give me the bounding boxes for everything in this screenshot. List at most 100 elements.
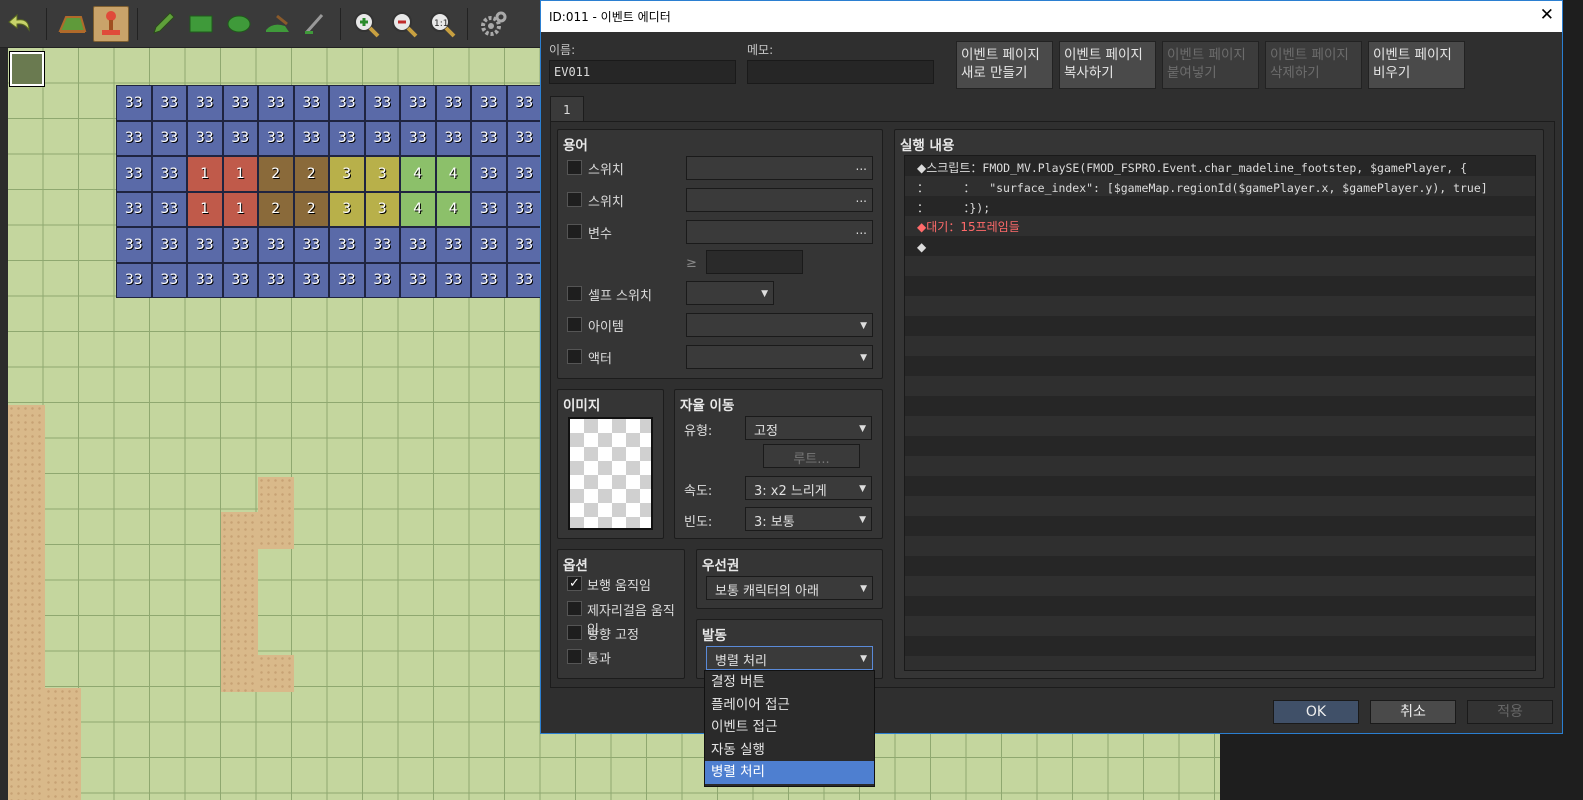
- command-list[interactable]: ◆스크립트：FMOD_MV.PlaySE(FMOD_FSPRO.Event.ch…: [904, 155, 1536, 671]
- map-mode-icon[interactable]: [55, 7, 89, 41]
- region-cell[interactable]: 3: [364, 191, 400, 227]
- region-cell[interactable]: 33: [400, 262, 436, 298]
- region-cell[interactable]: 4: [400, 156, 436, 192]
- region-cell[interactable]: 33: [471, 227, 507, 263]
- switch1-selector[interactable]: ...: [686, 156, 873, 180]
- switch2-checkbox[interactable]: [567, 192, 582, 207]
- trigger-option-selected[interactable]: 병렬 처리: [705, 761, 874, 784]
- actor-dropdown[interactable]: ▼: [686, 345, 873, 369]
- region-cell[interactable]: 33: [435, 85, 471, 121]
- region-cell[interactable]: 33: [400, 85, 436, 121]
- region-cell[interactable]: 33: [187, 120, 223, 156]
- region-cell[interactable]: 3: [329, 156, 365, 192]
- region-cell[interactable]: 2: [293, 191, 329, 227]
- route-button[interactable]: 루트...: [763, 444, 860, 468]
- item-checkbox[interactable]: [567, 317, 582, 332]
- region-cell[interactable]: 33: [435, 227, 471, 263]
- region-cell[interactable]: 1: [222, 191, 258, 227]
- region-cell[interactable]: 33: [222, 227, 258, 263]
- settings-icon[interactable]: [476, 7, 510, 41]
- region-cell[interactable]: 33: [471, 85, 507, 121]
- name-field[interactable]: EV011: [549, 60, 736, 84]
- region-cell[interactable]: 33: [187, 262, 223, 298]
- trigger-option[interactable]: 자동 실행: [705, 739, 874, 762]
- region-cell[interactable]: 33: [222, 120, 258, 156]
- region-cell[interactable]: 33: [258, 120, 294, 156]
- switch1-checkbox[interactable]: [567, 160, 582, 175]
- copy-event-page-button[interactable]: 이벤트 페이지 복사하기: [1059, 41, 1156, 89]
- region-cell[interactable]: 33: [329, 85, 365, 121]
- tab-page-1[interactable]: 1: [550, 96, 584, 123]
- trigger-option[interactable]: 이벤트 접근: [705, 716, 874, 739]
- region-cell[interactable]: 1: [222, 156, 258, 192]
- region-cell[interactable]: 3: [329, 191, 365, 227]
- region-cell[interactable]: 33: [471, 191, 507, 227]
- trigger-dropdown[interactable]: 병렬 처리 ▼: [706, 646, 873, 670]
- region-cell[interactable]: 33: [258, 227, 294, 263]
- region-cell[interactable]: 33: [151, 120, 187, 156]
- self-switch-checkbox[interactable]: [567, 286, 582, 301]
- region-cell[interactable]: 33: [151, 227, 187, 263]
- region-cell[interactable]: 33: [471, 262, 507, 298]
- region-cell[interactable]: 33: [329, 120, 365, 156]
- region-cell[interactable]: 33: [364, 227, 400, 263]
- region-cell[interactable]: 33: [151, 191, 187, 227]
- region-cell[interactable]: 33: [116, 156, 152, 192]
- region-cell[interactable]: 33: [222, 85, 258, 121]
- ok-button[interactable]: OK: [1273, 700, 1359, 724]
- variable-selector[interactable]: ...: [686, 220, 873, 244]
- movement-frequency-dropdown[interactable]: 3: 보통 ▼: [745, 507, 872, 531]
- undo-icon[interactable]: [4, 7, 38, 41]
- region-cell[interactable]: 33: [364, 262, 400, 298]
- region-cell[interactable]: 33: [471, 156, 507, 192]
- region-cell[interactable]: 33: [258, 262, 294, 298]
- self-switch-dropdown[interactable]: ▼: [686, 281, 774, 305]
- command-line-wait[interactable]: ◆대기：15프레임들: [917, 217, 1020, 237]
- region-cell[interactable]: 33: [364, 120, 400, 156]
- region-cell[interactable]: 33: [400, 227, 436, 263]
- actor-checkbox[interactable]: [567, 349, 582, 364]
- region-cell[interactable]: 33: [329, 227, 365, 263]
- region-cell[interactable]: 33: [151, 156, 187, 192]
- region-cell[interactable]: 2: [258, 191, 294, 227]
- memo-field[interactable]: [747, 60, 934, 84]
- region-cell[interactable]: 33: [258, 85, 294, 121]
- variable-value-stepper[interactable]: [706, 250, 803, 274]
- through-checkbox[interactable]: [567, 649, 582, 664]
- priority-dropdown[interactable]: 보통 캐릭터의 아래 ▼: [706, 576, 873, 600]
- region-cell[interactable]: 33: [151, 85, 187, 121]
- event-mode-icon[interactable]: [93, 5, 129, 42]
- clear-event-page-button[interactable]: 이벤트 페이지 비우기: [1368, 41, 1465, 89]
- zoom-in-icon[interactable]: [349, 7, 383, 41]
- switch2-selector[interactable]: ...: [686, 188, 873, 212]
- command-line[interactable]: ： ：});: [917, 198, 990, 218]
- rectangle-icon[interactable]: [184, 7, 218, 41]
- region-cell[interactable]: 4: [400, 191, 436, 227]
- region-cell[interactable]: 33: [293, 120, 329, 156]
- walking-checkbox[interactable]: ✓: [567, 576, 582, 591]
- region-cell[interactable]: 33: [506, 85, 542, 121]
- region-cell[interactable]: 33: [293, 85, 329, 121]
- region-cell[interactable]: 2: [293, 156, 329, 192]
- close-icon[interactable]: ✕: [1540, 5, 1554, 25]
- region-cell[interactable]: 2: [258, 156, 294, 192]
- region-cell[interactable]: 33: [506, 191, 542, 227]
- variable-checkbox[interactable]: [567, 224, 582, 239]
- region-cell[interactable]: 33: [506, 156, 542, 192]
- ellipse-icon[interactable]: [222, 7, 256, 41]
- direction-fix-checkbox[interactable]: [567, 625, 582, 640]
- region-cell[interactable]: 33: [471, 120, 507, 156]
- zoom-out-icon[interactable]: [387, 7, 421, 41]
- region-cell[interactable]: 33: [506, 227, 542, 263]
- region-cell[interactable]: 33: [435, 120, 471, 156]
- movement-speed-dropdown[interactable]: 3: x2 느리게 ▼: [745, 476, 872, 500]
- event-image-preview[interactable]: [568, 417, 653, 530]
- region-cell[interactable]: 33: [506, 120, 542, 156]
- region-cell[interactable]: 33: [116, 120, 152, 156]
- region-cell[interactable]: 33: [222, 262, 258, 298]
- region-cell[interactable]: 33: [506, 262, 542, 298]
- trigger-option[interactable]: 결정 버튼: [705, 671, 874, 694]
- command-line[interactable]: ： ： "surface_index": [$gameMap.regionId(…: [917, 178, 1488, 198]
- paste-event-page-button[interactable]: 이벤트 페이지 붙여넣기: [1162, 41, 1259, 89]
- region-cell[interactable]: 33: [116, 85, 152, 121]
